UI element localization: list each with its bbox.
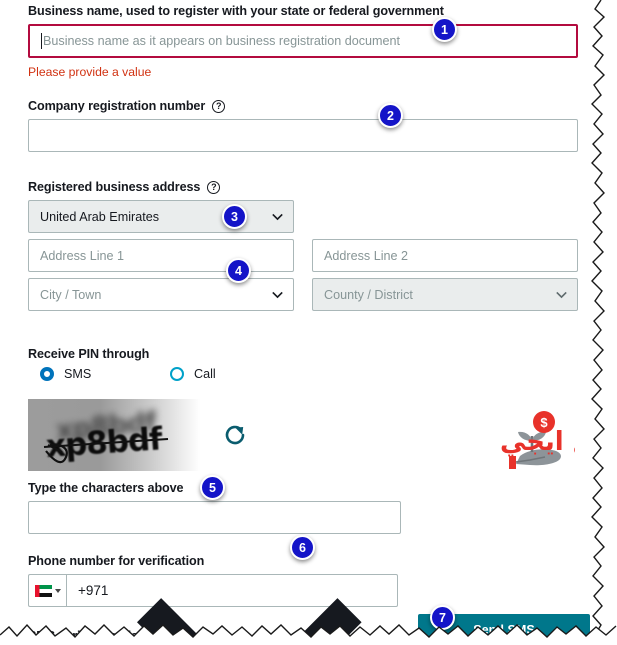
address-country-spacer bbox=[312, 200, 578, 233]
county-select-value: County / District bbox=[324, 287, 413, 302]
receive-pin-options: SMS Call bbox=[28, 367, 585, 381]
radio-sms-label: SMS bbox=[64, 367, 92, 381]
country-select[interactable]: United Arab Emirates bbox=[28, 200, 294, 233]
question-circle-icon[interactable]: ? bbox=[207, 181, 221, 194]
chevron-down-icon bbox=[54, 588, 61, 593]
address-line1-col: Address Line 1 bbox=[28, 239, 294, 272]
address-country-col: United Arab Emirates bbox=[28, 200, 294, 233]
chevron-down-icon bbox=[556, 291, 567, 298]
address-country-row: United Arab Emirates bbox=[28, 200, 585, 233]
company-registration-label-text: Company registration number bbox=[28, 99, 206, 113]
captcha-input[interactable] bbox=[28, 501, 401, 534]
captcha-distortion-lines bbox=[43, 438, 169, 464]
chevron-down-icon bbox=[272, 213, 283, 220]
county-select[interactable]: County / District bbox=[312, 278, 578, 311]
phone-label-text: Phone number for verification bbox=[28, 554, 205, 568]
chevron-down-icon bbox=[137, 597, 362, 645]
step-badge-4: 4 bbox=[226, 258, 251, 283]
radio-option-sms[interactable]: SMS bbox=[28, 367, 170, 381]
step-badge-1: 1 bbox=[432, 17, 457, 42]
captcha-image: xp8bdf xp8bdf bbox=[28, 399, 200, 471]
city-select-value: City / Town bbox=[40, 287, 102, 302]
question-circle-icon[interactable]: ? bbox=[212, 100, 226, 113]
step-badge-2: 2 bbox=[378, 103, 403, 128]
receive-pin-label: Receive PIN through bbox=[28, 347, 585, 362]
country-code-selector[interactable] bbox=[28, 574, 66, 607]
step-badge-6: 6 bbox=[290, 535, 315, 560]
registered-address-label: Registered business address ? bbox=[28, 180, 585, 195]
captcha-input-label: Type the characters above bbox=[28, 481, 585, 496]
address-city-col: City / Town bbox=[28, 278, 294, 311]
address-county-col: County / District bbox=[312, 278, 578, 311]
step-badge-3: 3 bbox=[222, 204, 247, 229]
receive-pin-label-text: Receive PIN through bbox=[28, 347, 150, 361]
step-badge-7: 7 bbox=[430, 605, 455, 630]
captcha-input-label-text: Type the characters above bbox=[28, 481, 184, 495]
registered-address-label-text: Registered business address bbox=[28, 180, 201, 194]
radio-call-dot[interactable] bbox=[170, 367, 184, 381]
captcha-refresh-button[interactable] bbox=[220, 420, 250, 450]
company-registration-label: Company registration number ? bbox=[28, 99, 585, 114]
address-lines-row: Address Line 1 Address Line 2 bbox=[28, 239, 585, 272]
business-name-label: Business name, used to register with you… bbox=[28, 4, 585, 19]
radio-sms-dot[interactable] bbox=[40, 367, 54, 381]
address-city-row: City / Town County / District bbox=[28, 278, 585, 311]
address-line-1-input[interactable]: Address Line 1 bbox=[28, 239, 294, 272]
address-line-2-input[interactable]: Address Line 2 bbox=[312, 239, 578, 272]
country-select-value: United Arab Emirates bbox=[40, 209, 159, 224]
uae-flag-icon bbox=[34, 584, 52, 597]
business-name-error: Please provide a value bbox=[28, 65, 152, 79]
business-name-label-text: Business name, used to register with you… bbox=[28, 4, 444, 18]
refresh-icon bbox=[225, 425, 245, 445]
company-registration-input[interactable] bbox=[28, 119, 578, 152]
chevron-down-icon bbox=[272, 291, 283, 298]
radio-call-label: Call bbox=[194, 367, 216, 381]
registration-form-page: Business name, used to register with you… bbox=[0, 0, 617, 645]
captcha-section: xp8bdf xp8bdf bbox=[28, 399, 585, 471]
address-line2-col: Address Line 2 bbox=[312, 239, 578, 272]
city-select[interactable]: City / Town bbox=[28, 278, 294, 311]
business-name-input[interactable]: Business name as it appears on business … bbox=[28, 24, 578, 58]
radio-option-call[interactable]: Call bbox=[170, 367, 216, 381]
step-badge-5: 5 bbox=[200, 475, 225, 500]
